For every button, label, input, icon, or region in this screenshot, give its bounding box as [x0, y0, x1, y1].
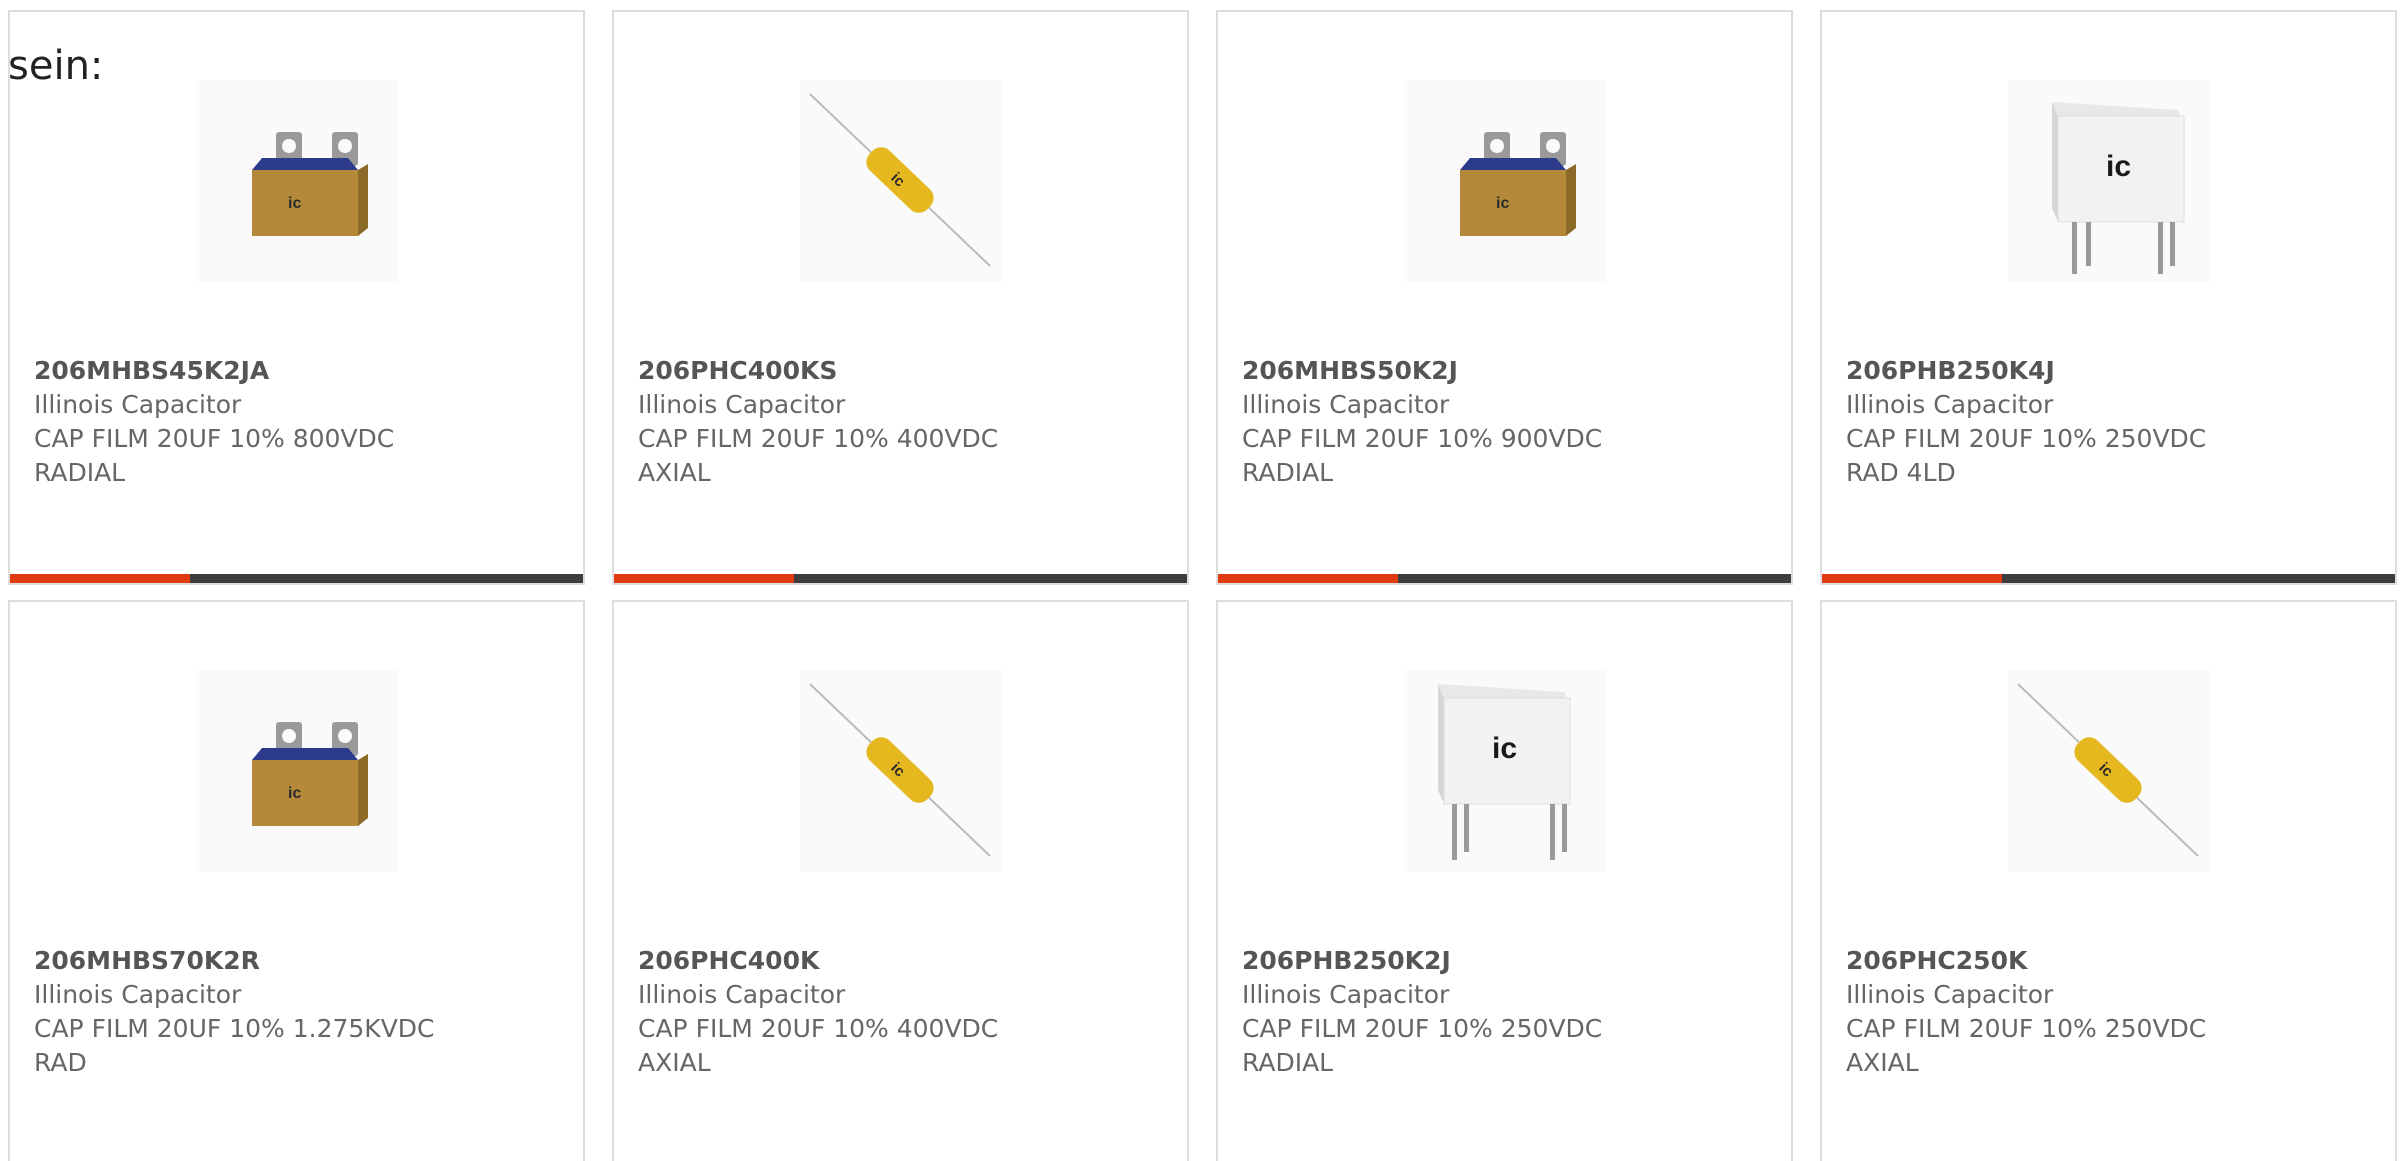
- part-number[interactable]: 206MHBS70K2R: [34, 944, 554, 978]
- product-card[interactable]: ic 206MHBS50K2J Illinois Capacitor CAP F…: [1216, 10, 1793, 585]
- card-accent-bar: [614, 574, 1187, 583]
- description: CAP FILM 20UF 10% 250VDC: [1846, 424, 2207, 453]
- part-number[interactable]: 206PHB250K4J: [1846, 354, 2366, 388]
- description: CAP FILM 20UF 10% 800VDC: [34, 424, 395, 453]
- card-accent-bar: [10, 574, 583, 583]
- white-radial-capacitor-icon[interactable]: ic: [1404, 670, 1606, 872]
- description: CAP FILM 20UF 10% 1.275KVDC: [34, 1014, 435, 1043]
- manufacturer: Illinois Capacitor: [1846, 980, 2054, 1009]
- product-card[interactable]: ic 206PHB250K2J Illinois Capacitor CAP F…: [1216, 600, 1793, 1161]
- manufacturer: Illinois Capacitor: [638, 980, 846, 1009]
- axial-capacitor-icon[interactable]: ic: [800, 80, 1002, 282]
- product-card[interactable]: ic 206PHB250K4J Illinois Capacitor CAP F…: [1820, 10, 2397, 585]
- product-card[interactable]: ic 206PHC250K Illinois Capacitor CAP FIL…: [1820, 600, 2397, 1161]
- package-type: RAD: [34, 1048, 87, 1077]
- svg-text:ic: ic: [1492, 732, 1517, 765]
- manufacturer: Illinois Capacitor: [1242, 980, 1450, 1009]
- package-type: AXIAL: [638, 1048, 711, 1077]
- description: CAP FILM 20UF 10% 400VDC: [638, 1014, 999, 1043]
- part-number[interactable]: 206PHB250K2J: [1242, 944, 1762, 978]
- package-type: RADIAL: [1242, 458, 1334, 487]
- package-type: RADIAL: [34, 458, 126, 487]
- box-capacitor-icon[interactable]: ic: [196, 80, 398, 282]
- description: CAP FILM 20UF 10% 250VDC: [1242, 1014, 1603, 1043]
- product-grid-page: sein: ic 206MHBS45K2JA Illinois Capacito…: [0, 0, 2400, 1161]
- product-card[interactable]: ic 206MHBS45K2JA Illinois Capacitor CAP …: [8, 10, 585, 585]
- package-type: RADIAL: [1242, 1048, 1334, 1077]
- card-accent-bar: [1822, 574, 2395, 583]
- description: CAP FILM 20UF 10% 250VDC: [1846, 1014, 2207, 1043]
- description: CAP FILM 20UF 10% 900VDC: [1242, 424, 1603, 453]
- white-radial-capacitor-icon[interactable]: ic: [2008, 80, 2210, 282]
- intro-text: sein:: [8, 43, 104, 89]
- product-card[interactable]: ic 206PHC400KS Illinois Capacitor CAP FI…: [612, 10, 1189, 585]
- svg-text:ic: ic: [1496, 195, 1509, 212]
- product-card[interactable]: ic 206PHC400K Illinois Capacitor CAP FIL…: [612, 600, 1189, 1161]
- part-number[interactable]: 206PHC400KS: [638, 354, 1158, 388]
- axial-capacitor-icon[interactable]: ic: [2008, 670, 2210, 872]
- box-capacitor-icon[interactable]: ic: [196, 670, 398, 872]
- part-number[interactable]: 206PHC250K: [1846, 944, 2366, 978]
- part-number[interactable]: 206MHBS45K2JA: [34, 354, 554, 388]
- manufacturer: Illinois Capacitor: [34, 390, 242, 419]
- card-accent-bar: [1218, 574, 1791, 583]
- svg-text:ic: ic: [288, 195, 301, 212]
- svg-text:ic: ic: [288, 785, 301, 802]
- axial-capacitor-icon[interactable]: ic: [800, 670, 1002, 872]
- package-type: RAD 4LD: [1846, 458, 1956, 487]
- product-card[interactable]: ic 206MHBS70K2R Illinois Capacitor CAP F…: [8, 600, 585, 1161]
- package-type: AXIAL: [1846, 1048, 1919, 1077]
- manufacturer: Illinois Capacitor: [1846, 390, 2054, 419]
- part-number[interactable]: 206MHBS50K2J: [1242, 354, 1762, 388]
- svg-text:ic: ic: [2106, 150, 2131, 183]
- manufacturer: Illinois Capacitor: [638, 390, 846, 419]
- manufacturer: Illinois Capacitor: [34, 980, 242, 1009]
- part-number[interactable]: 206PHC400K: [638, 944, 1158, 978]
- manufacturer: Illinois Capacitor: [1242, 390, 1450, 419]
- box-capacitor-icon[interactable]: ic: [1404, 80, 1606, 282]
- package-type: AXIAL: [638, 458, 711, 487]
- description: CAP FILM 20UF 10% 400VDC: [638, 424, 999, 453]
